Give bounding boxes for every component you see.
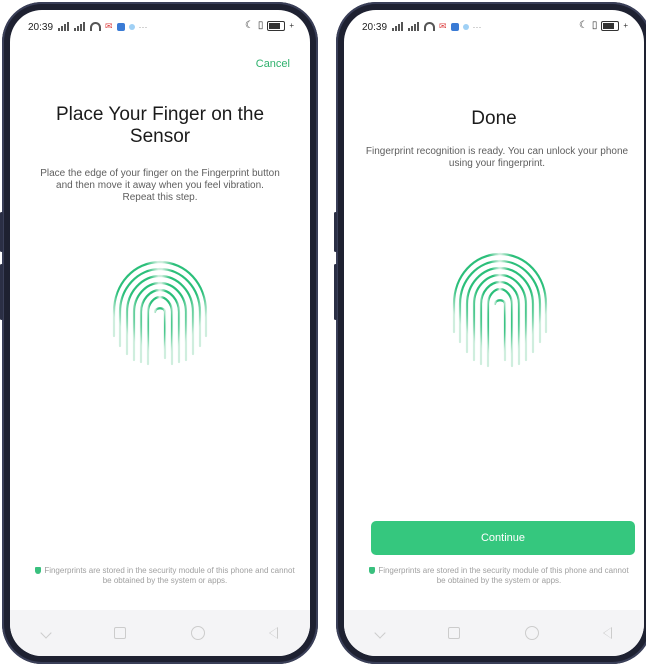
vibrate-icon: ▯ xyxy=(591,20,598,31)
mail-icon: ✉ xyxy=(439,21,447,31)
fingerprint-icon xyxy=(10,254,310,379)
phone-frame-left: 20:39 ✉ ··· ☾ ▯ + Cancel Place Your Fing… xyxy=(0,2,318,664)
signal-icon xyxy=(392,22,404,31)
more-notifications-icon: ··· xyxy=(138,21,148,32)
page-title: Done xyxy=(471,108,517,129)
security-notice: Fingerprints are stored in the security … xyxy=(368,566,630,586)
signal-icon xyxy=(58,22,70,31)
phone-frame-right: 20:39 ✉ ··· ☾ ▯ + Done Fingerprint recog… xyxy=(334,2,646,664)
shield-icon xyxy=(35,567,42,574)
back-icon[interactable] xyxy=(602,627,612,639)
status-bar: 20:39 ✉ ··· ☾ ▯ + xyxy=(10,10,310,44)
security-notice-text: Fingerprints are stored in the security … xyxy=(44,566,295,585)
status-right-icons: ☾ ▯ + xyxy=(245,20,294,31)
navigation-bar xyxy=(10,610,310,656)
moon-icon: ☾ xyxy=(578,20,588,31)
signal-icon xyxy=(408,22,420,31)
charging-icon: + xyxy=(623,21,628,30)
app-notification-icon xyxy=(116,22,125,31)
battery-icon xyxy=(267,20,286,31)
mail-icon: ✉ xyxy=(105,21,113,31)
home-icon[interactable] xyxy=(524,626,539,640)
side-button xyxy=(334,212,337,252)
security-notice: Fingerprints are stored in the security … xyxy=(34,566,296,586)
status-time: 20:39 xyxy=(362,22,388,33)
wifi-icon xyxy=(424,22,435,31)
hide-keyboard-icon[interactable] xyxy=(374,627,386,639)
status-bar: 20:39 ✉ ··· ☾ ▯ + xyxy=(344,10,644,44)
status-right-icons: ☾ ▯ + xyxy=(579,20,628,31)
side-button xyxy=(0,212,3,252)
app-notification-icon xyxy=(450,22,459,31)
app-notification-icon xyxy=(128,23,135,30)
navigation-bar xyxy=(344,610,644,656)
security-notice-text: Fingerprints are stored in the security … xyxy=(378,566,629,585)
back-icon[interactable] xyxy=(268,627,278,639)
side-button xyxy=(0,264,3,320)
shield-icon xyxy=(369,567,376,574)
home-icon[interactable] xyxy=(190,626,205,640)
screen-place-finger: 20:39 ✉ ··· ☾ ▯ + Cancel Place Your Fing… xyxy=(10,10,310,656)
page-description: Fingerprint recognition is ready. You ca… xyxy=(365,146,629,169)
page-description: Place the edge of your finger on the Fin… xyxy=(40,168,280,203)
status-icons: ✉ ··· xyxy=(58,21,148,32)
continue-button[interactable]: Continue xyxy=(371,521,635,555)
side-button xyxy=(334,264,337,320)
page-title: Place Your Finger on the Sensor xyxy=(55,104,265,147)
wifi-icon xyxy=(90,22,101,31)
fingerprint-icon xyxy=(344,246,644,381)
screen-done: 20:39 ✉ ··· ☾ ▯ + Done Fingerprint recog… xyxy=(344,10,644,656)
status-time: 20:39 xyxy=(28,22,54,33)
status-icons: ✉ ··· xyxy=(392,21,482,32)
moon-icon: ☾ xyxy=(244,20,254,31)
battery-icon xyxy=(601,20,620,31)
charging-icon: + xyxy=(289,21,294,30)
recents-icon[interactable] xyxy=(114,627,127,639)
hide-keyboard-icon[interactable] xyxy=(40,627,52,639)
app-notification-icon xyxy=(462,23,469,30)
more-notifications-icon: ··· xyxy=(472,21,482,32)
recents-icon[interactable] xyxy=(448,627,461,639)
vibrate-icon: ▯ xyxy=(257,20,264,31)
cancel-button[interactable]: Cancel xyxy=(256,58,290,70)
signal-icon xyxy=(74,22,86,31)
